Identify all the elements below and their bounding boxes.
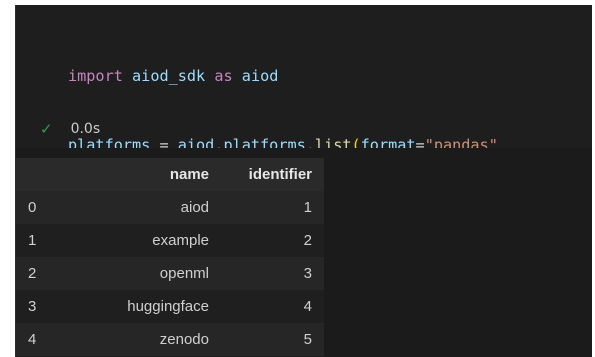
- keyword-import: import: [68, 67, 123, 85]
- row-index: 3: [28, 298, 37, 315]
- notebook-panel: import aiod_sdk as aiod platforms = aiod…: [15, 5, 592, 357]
- column-header-identifier: identifier: [248, 166, 312, 183]
- cell-identifier: 2: [303, 232, 312, 249]
- cell-identifier: 5: [303, 331, 312, 348]
- cell-output: name identifier 0 aiod 1 1 example 2 2 o…: [16, 148, 592, 357]
- cell-name: example: [152, 232, 209, 249]
- cell-identifier: 3: [303, 265, 312, 282]
- cell-name: huggingface: [127, 298, 209, 315]
- cell-identifier: 1: [303, 199, 312, 216]
- table-row: 0 aiod 1: [16, 191, 324, 224]
- table-header-row: name identifier: [16, 158, 324, 191]
- check-icon: ✓: [40, 120, 53, 138]
- code-cell[interactable]: import aiod_sdk as aiod platforms = aiod…: [16, 5, 592, 223]
- column-header-name: name: [169, 166, 209, 183]
- module-name: aiod_sdk: [132, 67, 206, 85]
- table-row: 4 zenodo 5: [16, 323, 324, 356]
- execution-time: 0.0s: [70, 121, 101, 137]
- execution-status: ✓ 0.0s: [40, 119, 100, 139]
- dataframe-table: name identifier 0 aiod 1 1 example 2 2 o…: [16, 158, 324, 356]
- cell-name: openml: [159, 265, 209, 282]
- table-row: 3 huggingface 4: [16, 290, 324, 323]
- code-line-1: import aiod_sdk as aiod: [68, 65, 498, 88]
- cell-name: zenodo: [159, 331, 209, 348]
- module-alias: aiod: [241, 67, 279, 85]
- table-row: 1 example 2: [16, 224, 324, 257]
- row-index: 1: [28, 232, 37, 249]
- row-index: 0: [28, 199, 37, 216]
- table-row: 2 openml 3: [16, 257, 324, 290]
- row-index: 4: [28, 331, 37, 348]
- index-header: [16, 158, 71, 191]
- cell-name: aiod: [180, 199, 209, 216]
- row-index: 2: [28, 265, 37, 282]
- cell-identifier: 4: [303, 298, 312, 315]
- keyword-as: as: [214, 67, 233, 85]
